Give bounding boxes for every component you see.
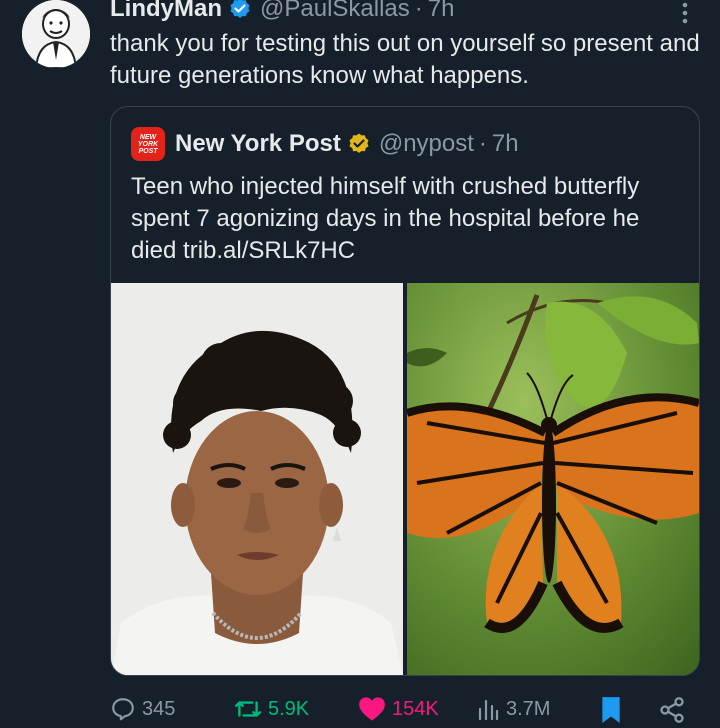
like-button[interactable]: 154K — [358, 696, 439, 722]
reply-icon — [110, 696, 136, 722]
quote-author-handle[interactable]: @nypost — [379, 127, 474, 161]
teen-portrait-photo[interactable] — [111, 283, 403, 675]
verified-badge-icon — [228, 0, 252, 21]
nypost-logo-avatar[interactable]: NEW YORK POST — [131, 127, 165, 161]
author-avatar[interactable] — [22, 0, 90, 68]
tweet-actions: 345 5.9K 154K 3.7M — [110, 694, 690, 728]
tweet-header: LindyMan @PaulSkallas · 7h — [110, 0, 454, 26]
tweet-text: thank you for testing this out on yourse… — [110, 30, 700, 89]
quote-media — [111, 283, 699, 675]
logo-line: YORK — [137, 140, 159, 148]
avatar-illustration — [22, 0, 90, 68]
quote-header: NEW YORK POST New York Post @nypost · 7h — [131, 127, 519, 161]
logo-line: NEW — [139, 133, 157, 141]
gold-verified-badge-icon — [347, 132, 371, 156]
quote-time[interactable]: 7h — [492, 127, 519, 161]
reply-count: 345 — [142, 697, 176, 720]
retweet-icon — [234, 696, 262, 722]
separator-dot: · — [414, 0, 423, 22]
share-nodes-icon[interactable] — [658, 696, 686, 724]
views-bar-chart-icon — [476, 696, 500, 722]
bookmark-filled-icon[interactable] — [600, 696, 622, 724]
views-count: 3.7M — [506, 697, 551, 720]
views-button[interactable]: 3.7M — [476, 696, 550, 722]
retweet-button[interactable]: 5.9K — [234, 696, 309, 722]
logo-line: POST — [138, 147, 158, 155]
quote-text: Teen who injected himself with crushed b… — [131, 173, 640, 264]
author-name[interactable]: LindyMan — [110, 0, 222, 26]
tweet-time[interactable]: 7h — [428, 0, 455, 26]
more-options-icon[interactable] — [672, 0, 698, 26]
butterfly-photo[interactable] — [405, 283, 699, 675]
heart-filled-icon — [358, 696, 386, 722]
retweet-count: 5.9K — [268, 697, 310, 720]
reply-button[interactable]: 345 — [110, 696, 175, 722]
separator-dot: · — [478, 130, 487, 157]
quote-author-name[interactable]: New York Post — [175, 127, 341, 161]
like-count: 154K — [392, 697, 439, 720]
author-handle[interactable]: @PaulSkallas — [260, 0, 410, 26]
quoted-tweet[interactable]: NEW YORK POST New York Post @nypost · 7h… — [110, 106, 700, 676]
